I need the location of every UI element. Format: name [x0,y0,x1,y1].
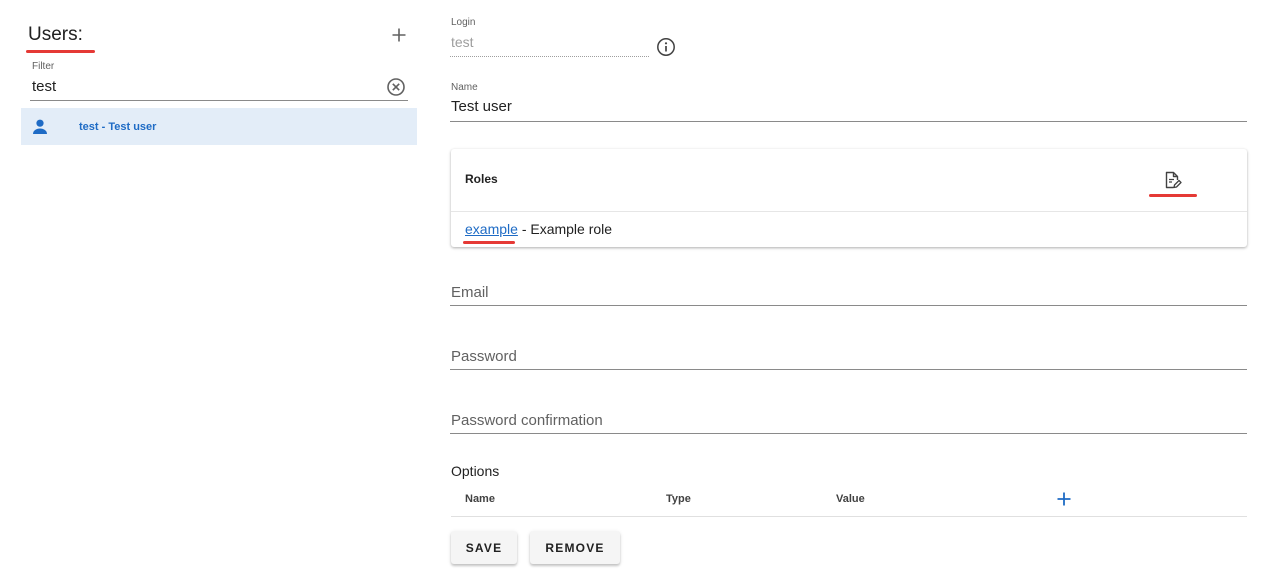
name-input[interactable] [451,96,1241,116]
role-description: - Example role [521,221,613,237]
plus-icon [1057,492,1071,506]
users-title: Users: [28,24,83,45]
annotation-underline [463,241,515,244]
add-user-button[interactable] [388,24,410,46]
login-label: Login [451,17,476,28]
role-link[interactable]: example [465,221,518,237]
remove-button[interactable]: REMOVE [530,531,620,564]
options-title: Options [451,463,500,479]
login-underline [450,56,649,57]
user-list-item-label: test - Test user [79,120,157,133]
filter-label: Filter [32,61,55,72]
info-icon [656,37,675,56]
login-info-button[interactable] [655,36,676,57]
plus-icon [392,28,406,42]
roles-divider [451,211,1247,212]
name-label: Name [451,82,478,93]
annotation-underline [1149,194,1197,197]
options-column-header: Name [465,493,495,505]
options-divider [451,516,1247,517]
login-value: test [451,34,474,50]
roles-card: Roles example - Example role [451,149,1247,247]
edit-document-icon [1165,171,1182,189]
password-confirmation-input[interactable] [451,409,1241,431]
password-input[interactable] [451,345,1241,367]
annotation-underline [26,50,95,53]
clear-circle-icon [387,78,405,96]
password-confirmation-underline [450,433,1247,434]
add-option-button[interactable] [1054,489,1074,509]
user-list-item[interactable]: test - Test user [21,108,417,145]
name-underline [450,121,1247,122]
email-input[interactable] [451,281,1241,303]
roles-title: Roles [465,172,498,186]
clear-filter-button[interactable] [385,76,407,98]
options-column-header: Type [666,493,691,505]
email-underline [450,305,1247,306]
person-icon [31,118,49,136]
save-button[interactable]: SAVE [451,531,517,564]
role-item: example - Example role [465,221,612,237]
filter-input[interactable] [32,76,362,96]
filter-underline [30,100,408,101]
edit-roles-button[interactable] [1160,168,1184,192]
options-column-header: Value [836,493,865,505]
password-underline [450,369,1247,370]
